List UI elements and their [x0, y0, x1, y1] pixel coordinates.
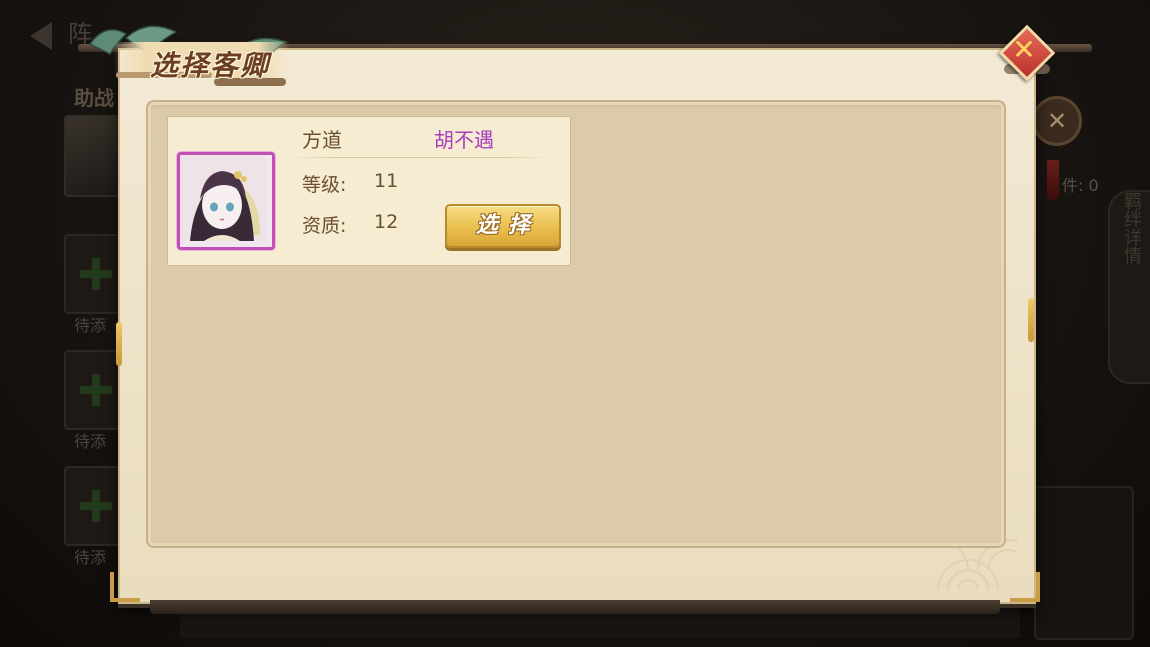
side-tab-ornament [1028, 298, 1034, 342]
advisor-portrait-image [180, 155, 266, 241]
background-count: 件: 0 [1062, 176, 1099, 195]
level-value: 11 [374, 170, 399, 192]
advisor-avatar[interactable] [177, 152, 275, 250]
select-button-label: 选择 [475, 212, 540, 238]
game-screen: 阵 助战 待添 待添 待添 ✕ 件: 0 羁绊详情 选择客卿 ✕ 方道 胡不遇 … [0, 0, 1150, 647]
background-close-medallion-icon: ✕ [1032, 96, 1082, 146]
dialog-bottom-rail [150, 600, 1000, 614]
background-slot-label: 待添 [74, 548, 107, 567]
plus-icon [80, 490, 112, 522]
side-tab-ornament [116, 322, 122, 366]
plus-icon [80, 374, 112, 406]
background-bottom-right-panel [1034, 486, 1134, 640]
close-button[interactable]: ✕ [998, 24, 1056, 82]
background-side-label: 助战 [74, 86, 114, 110]
back-arrow-icon[interactable] [30, 22, 52, 50]
plus-icon [80, 258, 112, 290]
advisor-faction: 方道 [302, 128, 342, 152]
background-slot-label: 待添 [74, 316, 107, 335]
tassel-decoration [1047, 160, 1059, 200]
advisor-name: 胡不遇 [434, 128, 494, 152]
background-slot-label: 待添 [74, 432, 107, 451]
card-divider [288, 157, 550, 158]
close-icon: ✕ [1012, 33, 1036, 66]
aptitude-label: 资质: [302, 215, 347, 237]
dialog-title: 选择客卿 [150, 49, 271, 82]
aptitude-value: 12 [374, 211, 399, 233]
background-bond-details: 羁绊详情 [1108, 190, 1150, 384]
corner-ornament [110, 572, 140, 602]
select-button[interactable]: 选择 [445, 204, 561, 248]
level-label: 等级: [302, 174, 347, 196]
